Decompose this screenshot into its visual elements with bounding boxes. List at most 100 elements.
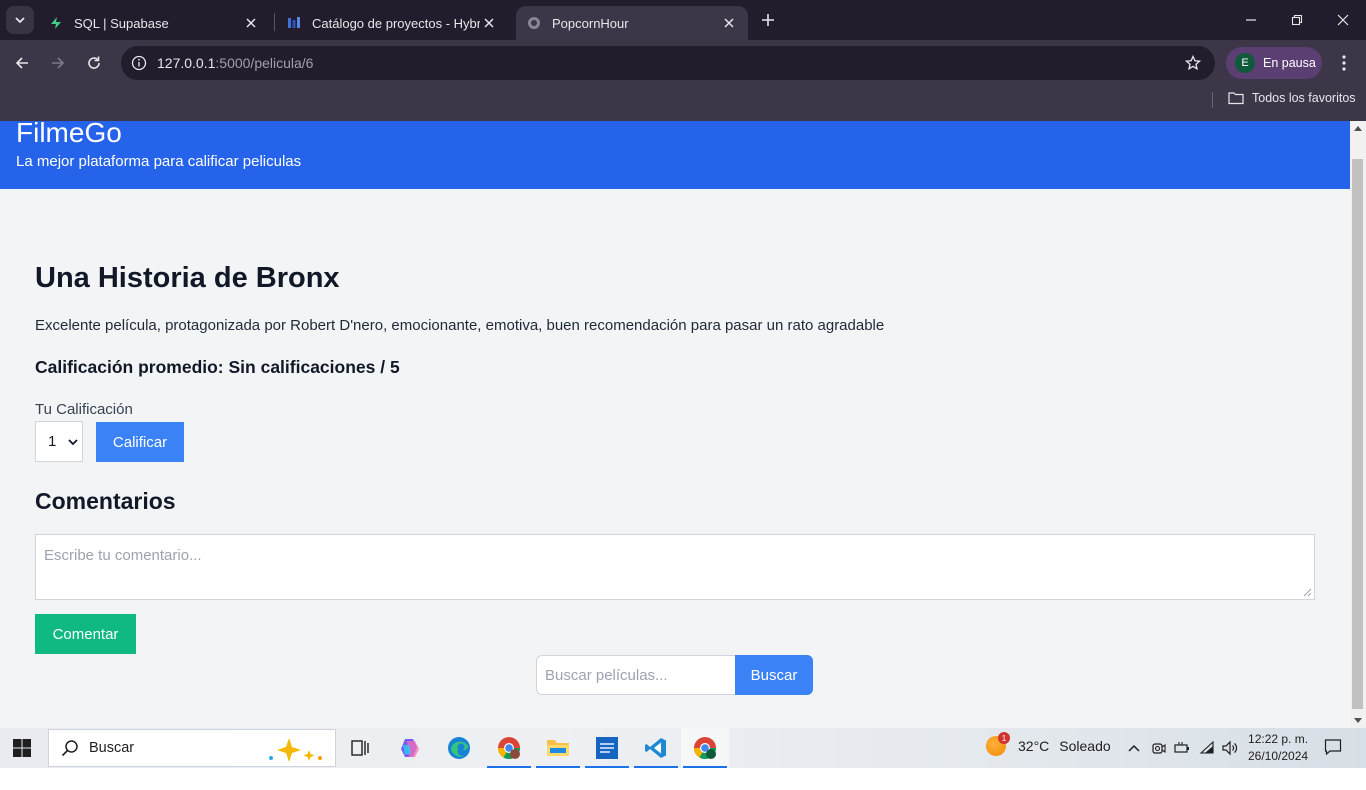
restore-icon <box>1291 14 1303 26</box>
battery-tray[interactable] <box>1172 738 1192 758</box>
avatar: E <box>1235 53 1255 73</box>
site-brand[interactable]: FilmeGo <box>16 121 122 149</box>
arrow-right-icon <box>52 57 65 69</box>
chrome-profile-button[interactable] <box>485 728 533 768</box>
windows-start-icon[interactable] <box>10 736 34 760</box>
search-button[interactable]: Buscar <box>735 655 813 695</box>
close-icon[interactable] <box>242 14 260 32</box>
back-button[interactable] <box>10 51 34 75</box>
copilot-sparkle-icon <box>269 738 322 762</box>
all-bookmarks-button[interactable]: Todos los favoritos <box>1228 91 1356 105</box>
chrome-icon <box>498 737 520 759</box>
browser-tab-bar: SQL | Supabase Catálogo de proyectos - H… <box>0 0 1366 40</box>
task-view-button[interactable] <box>336 728 384 768</box>
resize-grip-icon[interactable] <box>1303 588 1312 597</box>
tab-search-button[interactable] <box>6 6 34 34</box>
tab-popcornhour[interactable]: PopcornHour <box>516 6 748 40</box>
windows-taskbar: Buscar 1 32°C Soleado 12:22 p. m. 26/10/… <box>0 728 1366 768</box>
chrome-active-button[interactable] <box>681 728 729 768</box>
database-tool-icon <box>596 737 618 759</box>
reload-icon <box>88 56 100 69</box>
show-hidden-icons-button[interactable] <box>1124 738 1144 758</box>
copilot-button[interactable] <box>386 728 434 768</box>
comment-button[interactable]: Comentar <box>35 614 136 654</box>
hybrid-icon <box>286 15 302 31</box>
close-icon[interactable] <box>720 14 738 32</box>
close-icon <box>1337 14 1349 26</box>
rating-label: Tu Calificación <box>35 401 133 418</box>
vscode-icon <box>645 738 666 758</box>
bookmarks-bar: Todos los favoritos <box>0 86 1366 114</box>
tab-catalogo[interactable]: Catálogo de proyectos - Hybrid <box>276 6 508 40</box>
scrollbar-thumb[interactable] <box>1352 159 1363 709</box>
running-indicator <box>683 766 727 768</box>
edge-icon <box>448 737 470 759</box>
address-bar[interactable]: 127.0.0.1:5000/pelicula/6 <box>121 46 1215 80</box>
file-explorer-button[interactable] <box>534 728 582 768</box>
copilot-icon <box>401 739 419 757</box>
comment-textarea[interactable]: Escribe tu comentario... <box>35 534 1315 600</box>
clock-date: 26/10/2024 <box>1248 749 1309 763</box>
vscode-button[interactable] <box>632 728 680 768</box>
page-viewport: FilmeGo La mejor plataforma para calific… <box>0 121 1350 728</box>
taskbar-search-label: Buscar <box>89 740 135 756</box>
scroll-down-icon[interactable] <box>1354 718 1362 724</box>
volume-tray[interactable] <box>1220 738 1240 758</box>
site-header: FilmeGo La mejor plataforma para calific… <box>0 121 1350 189</box>
all-bookmarks-label: Todos los favoritos <box>1252 91 1356 105</box>
network-tray[interactable] <box>1197 738 1217 758</box>
battery-icon <box>1174 742 1189 753</box>
bookmark-star-icon[interactable] <box>1183 53 1203 73</box>
folder-icon <box>547 740 569 756</box>
tab-supabase[interactable]: SQL | Supabase <box>38 6 270 40</box>
chevron-up-icon <box>1128 744 1140 752</box>
movie-title: Una Historia de Bronx <box>35 262 340 294</box>
plus-icon <box>762 14 774 26</box>
edge-button[interactable] <box>435 728 483 768</box>
page-scrollbar[interactable] <box>1350 121 1366 728</box>
movie-search-input[interactable]: Buscar películas... <box>536 655 736 695</box>
weather-desc: Soleado <box>1059 738 1111 754</box>
sql-tool-button[interactable] <box>583 728 631 768</box>
taskbar-search[interactable]: Buscar <box>48 729 336 767</box>
task-view-icon <box>351 740 369 756</box>
scroll-up-icon[interactable] <box>1354 125 1362 131</box>
movie-description: Excelente película, protagonizada por Ro… <box>35 317 885 334</box>
url-text: 127.0.0.1:5000/pelicula/6 <box>157 55 313 71</box>
profile-status: En pausa <box>1263 56 1316 70</box>
rating-selected-value: 1 <box>48 433 57 450</box>
speaker-icon <box>1222 740 1238 756</box>
site-info-icon[interactable] <box>129 53 149 73</box>
minimize-icon <box>1246 19 1256 21</box>
chrome-icon <box>694 737 716 759</box>
close-window-button[interactable] <box>1320 0 1366 40</box>
running-indicator <box>487 766 531 768</box>
rate-button[interactable]: Calificar <box>96 422 184 462</box>
close-icon[interactable] <box>480 14 498 32</box>
arrow-left-icon <box>15 57 28 69</box>
search-icon <box>61 740 78 757</box>
taskbar-clock[interactable]: 12:22 p. m. 26/10/2024 <box>1248 731 1308 765</box>
url-path: :5000/pelicula/6 <box>215 55 314 71</box>
new-tab-button[interactable] <box>756 8 780 32</box>
browser-menu-button[interactable] <box>1332 51 1356 75</box>
reload-button[interactable] <box>82 51 106 75</box>
forward-button[interactable] <box>46 51 70 75</box>
restore-button[interactable] <box>1274 0 1320 40</box>
profile-button[interactable]: E En pausa <box>1226 47 1322 79</box>
comment-placeholder: Escribe tu comentario... <box>44 547 202 564</box>
meet-now-tray[interactable] <box>1149 738 1169 758</box>
globe-icon <box>526 15 542 31</box>
minimize-button[interactable] <box>1228 0 1274 40</box>
sun-icon: 1 <box>986 732 1010 756</box>
running-indicator <box>585 766 629 768</box>
url-host: 127.0.0.1 <box>157 55 216 71</box>
chevron-down-icon <box>15 17 25 24</box>
notification-icon[interactable] <box>1324 738 1342 756</box>
rating-select[interactable]: 1 <box>35 421 83 462</box>
chevron-down-icon <box>68 438 78 445</box>
site-tagline: La mejor plataforma para calificar pelic… <box>16 153 302 170</box>
search-placeholder: Buscar películas... <box>545 666 668 684</box>
weather-widget[interactable]: 1 32°C Soleado <box>986 732 1111 756</box>
more-vertical-icon <box>1342 55 1346 71</box>
